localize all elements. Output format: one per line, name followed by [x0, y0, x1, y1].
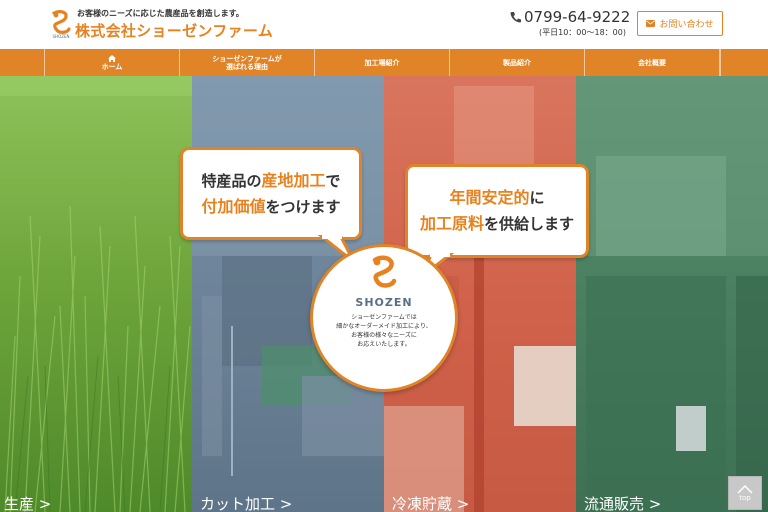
nav-label-reasons-line1: ショーゼンファームが	[212, 54, 282, 63]
nav-spacer-left	[0, 49, 45, 76]
bubble1-line1: 特産品の産地加工で	[201, 170, 341, 190]
back-to-top-button[interactable]: top	[728, 476, 762, 510]
hero-section: 生産 > カット加工 > 冷凍貯蔵 > 流通販売 > 特産品の産地加工で 付加価…	[0, 76, 768, 512]
panel-label-cutting[interactable]: カット加工 >	[200, 493, 292, 512]
tagline: お客様のニーズに応じた農産品を創造します。	[77, 9, 244, 18]
nav-item-factory[interactable]: 加工場紹介	[315, 49, 450, 76]
site-header: SHOZEN お客様のニーズに応じた農産品を創造します。 株式会社ショーゼンファ…	[0, 0, 768, 49]
nav-label-products: 製品紹介	[503, 58, 531, 67]
nav-label-company: 会社概要	[638, 58, 666, 67]
nav-spacer-right	[720, 49, 762, 76]
top-label: top	[739, 494, 751, 502]
nav-item-home[interactable]: ホーム	[45, 49, 180, 76]
panel-label-frozen-storage[interactable]: 冷凍貯蔵 >	[392, 493, 469, 512]
nav-label-home: ホーム	[101, 62, 123, 71]
phone-icon	[510, 12, 521, 23]
onion-field-image	[0, 76, 192, 512]
svg-text:SHOZEN: SHOZEN	[53, 34, 70, 39]
bubble2-line2: 加工原料を供給します	[419, 214, 575, 233]
supply-bubble: 年間安定的に 加工原料を供給します	[405, 164, 589, 258]
main-nav: ホーム ショーゼンファームが 選ばれる理由 加工場紹介 製品紹介 会社概要	[0, 49, 768, 76]
panel-label-distribution[interactable]: 流通販売 >	[584, 493, 661, 512]
bubble2-line1: 年間安定的に	[449, 188, 545, 207]
home-icon	[108, 54, 116, 62]
panel-label-production[interactable]: 生産 >	[4, 493, 51, 512]
nav-label-reasons-line2: 選ばれる理由	[226, 62, 268, 71]
nav-item-reasons[interactable]: ショーゼンファームが 選ばれる理由	[180, 49, 315, 76]
panel-distribution[interactable]: 流通販売 >	[576, 76, 768, 512]
panel-production[interactable]: 生産 >	[0, 76, 192, 512]
nav-item-company[interactable]: 会社概要	[585, 49, 720, 76]
contact-label: お問い合わせ	[659, 20, 714, 30]
circle-brand: SHOZEN	[355, 296, 413, 309]
mail-icon	[646, 20, 656, 27]
truck-image	[576, 76, 768, 512]
chevron-up-icon	[737, 484, 753, 494]
nav-item-products[interactable]: 製品紹介	[450, 49, 585, 76]
company-name[interactable]: 株式会社ショーゼンファーム	[75, 20, 273, 41]
contact-button[interactable]: お問い合わせ	[637, 11, 723, 36]
circle-description: ショーゼンファームでは 細かなオーダーメイド加工により、 お客様の様々なニーズに…	[336, 314, 432, 348]
bubble1-line2: 付加価値をつけます	[201, 196, 341, 216]
shozen-logo-icon	[372, 255, 397, 288]
phone-number[interactable]: 0799-64-9222	[524, 8, 630, 26]
logo-icon[interactable]: SHOZEN	[50, 9, 72, 39]
business-hours: (平日10：00～18：00)	[539, 28, 626, 37]
brand-circle: SHOZEN ショーゼンファームでは 細かなオーダーメイド加工により、 お客様の…	[310, 244, 458, 392]
nav-label-factory: 加工場紹介	[364, 58, 400, 67]
value-bubble: 特産品の産地加工で 付加価値をつけます	[180, 147, 362, 240]
